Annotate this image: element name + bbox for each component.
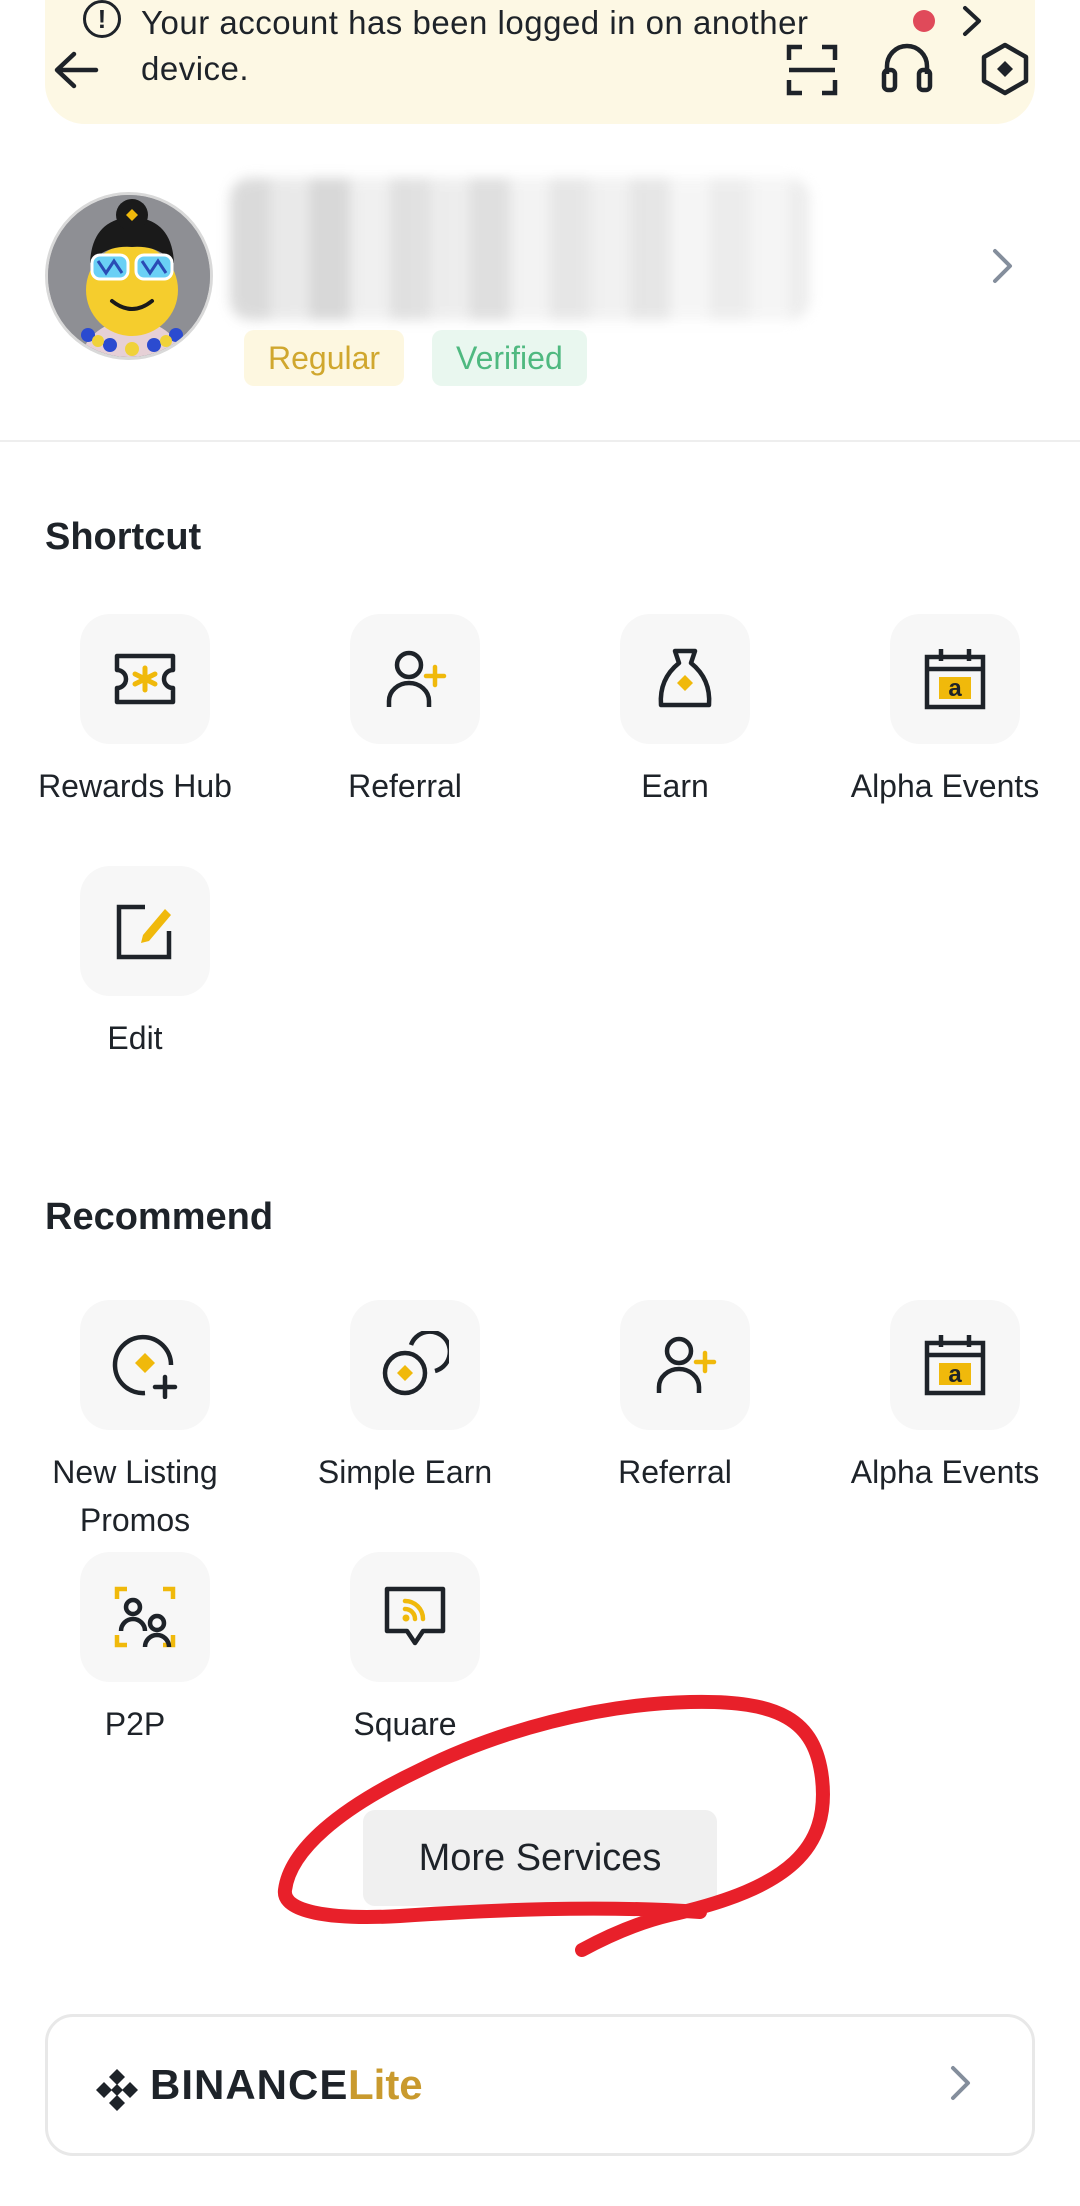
- shortcut-rewards-hub[interactable]: Rewards Hub: [15, 614, 255, 814]
- coins-icon: [382, 1331, 449, 1396]
- recommend-label: Referral: [618, 1454, 732, 1490]
- calendar-alpha-icon: a: [924, 1335, 986, 1396]
- unread-dot: [913, 10, 935, 32]
- shortcut-referral[interactable]: Referral: [285, 614, 525, 814]
- recommend-new-listing-promos[interactable]: New Listing Promos: [15, 1300, 255, 1538]
- shortcut-label: Alpha Events: [850, 768, 1040, 804]
- p2p-icon: [114, 1586, 176, 1648]
- recommend-alpha-events[interactable]: a Alpha Events: [825, 1300, 1065, 1500]
- shortcut-section-title: Shortcut: [45, 516, 202, 558]
- recommend-label: New Listing Promos: [52, 1454, 218, 1538]
- recommend-section-title: Recommend: [45, 1196, 274, 1238]
- binance-brand-text: BINANCE: [150, 2061, 349, 2108]
- divider: [0, 440, 1080, 442]
- shortcut-label: Referral: [348, 768, 462, 804]
- shortcut-earn[interactable]: Earn: [555, 614, 795, 814]
- shortcut-edit[interactable]: Edit: [15, 866, 255, 1066]
- svg-text:a: a: [948, 1361, 962, 1388]
- verification-badge: Verified: [432, 330, 587, 386]
- scan-icon[interactable]: [786, 44, 838, 96]
- binance-logo-icon: [96, 2069, 138, 2111]
- add-person-icon: [656, 1336, 717, 1393]
- avatar-illustration: [48, 195, 210, 357]
- shortcut-label: Edit: [107, 1020, 163, 1056]
- recommend-label: Alpha Events: [850, 1454, 1040, 1490]
- username-redacted: [230, 178, 810, 320]
- shortcut-alpha-events[interactable]: a Alpha Events: [825, 614, 1065, 814]
- shortcut-label: Earn: [641, 768, 709, 804]
- money-bag-icon: [658, 648, 712, 708]
- square-feed-icon: [384, 1586, 446, 1646]
- recommend-label: P2P: [104, 1706, 166, 1742]
- lite-mode-text: Lite: [348, 2061, 423, 2108]
- binance-lite-switch[interactable]: BINANCE Lite: [45, 2014, 1035, 2156]
- chevron-right-icon[interactable]: [990, 246, 1016, 286]
- back-arrow-icon[interactable]: [52, 50, 100, 90]
- shortcut-label: Rewards Hub: [38, 768, 232, 804]
- new-listing-icon: [112, 1334, 178, 1399]
- recommend-simple-earn[interactable]: Simple Earn: [285, 1300, 525, 1500]
- recommend-referral[interactable]: Referral: [555, 1300, 795, 1500]
- recommend-p2p[interactable]: P2P: [15, 1552, 255, 1752]
- info-icon: !: [83, 0, 121, 38]
- account-level-badge: Regular: [244, 330, 405, 386]
- avatar[interactable]: [45, 192, 213, 360]
- calendar-alpha-icon: a: [924, 649, 986, 710]
- recommend-label: Simple Earn: [317, 1454, 493, 1490]
- headset-icon[interactable]: [880, 42, 934, 94]
- chevron-right-icon: [951, 2066, 970, 2100]
- ticket-icon: [114, 653, 176, 705]
- recommend-square[interactable]: Square: [285, 1552, 525, 1752]
- chevron-right-icon[interactable]: [960, 4, 986, 38]
- recommend-label: Square: [353, 1706, 457, 1742]
- login-notice-text: Your account has been logged in on anoth…: [141, 4, 809, 87]
- svg-text:a: a: [948, 675, 962, 702]
- more-services-button[interactable]: More Services: [363, 1810, 717, 1906]
- binance-hexagon-icon[interactable]: [980, 42, 1030, 96]
- add-person-icon: [386, 650, 447, 707]
- edit-icon: [116, 904, 172, 960]
